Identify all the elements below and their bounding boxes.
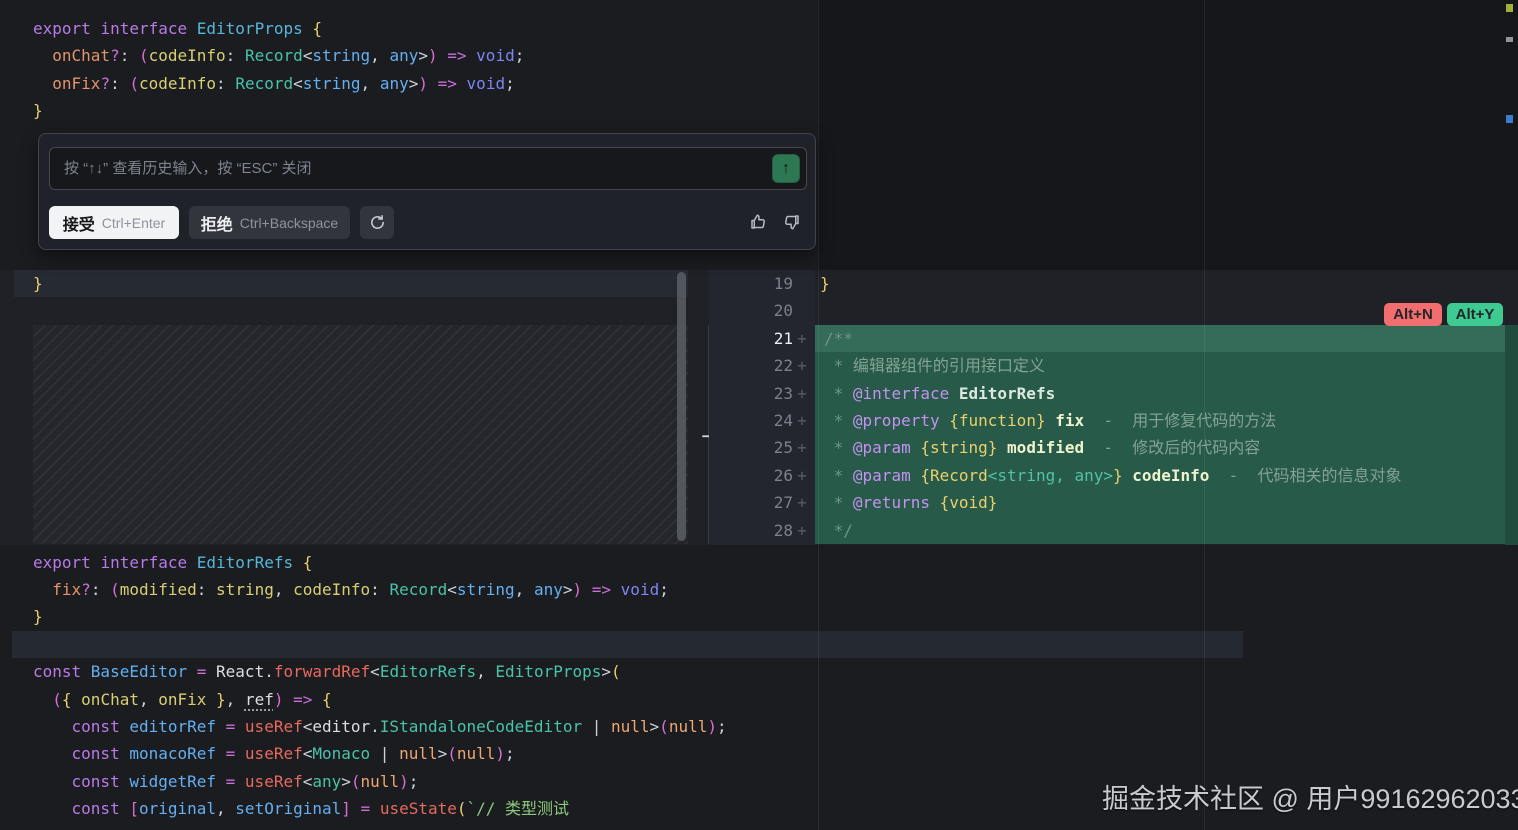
diff-editor-screen: { "editor": { "background": "#1a1c20", "…	[0, 0, 1518, 830]
diff-right-line19: }	[820, 270, 830, 297]
gutter-line-number: 23+	[709, 380, 815, 407]
gutter-line-number: 20	[709, 297, 815, 324]
code-top-editorprops: export interface EditorProps { onChat?: …	[33, 15, 524, 125]
feedback-icons	[749, 213, 801, 231]
code-line: fix?: (modified: string, codeInfo: Recor…	[33, 576, 669, 603]
accept-shortcut-badge[interactable]: Alt+Y	[1447, 303, 1503, 326]
reject-shortcut-label: Ctrl+Backspace	[240, 215, 338, 231]
reject-button[interactable]: 拒绝 Ctrl+Backspace	[189, 206, 350, 239]
chat-history-input[interactable]: 按 “↑↓” 查看历史输入，按 “ESC” 关闭 ↑	[49, 147, 807, 190]
code-line: const BaseEditor = React.forwardRef<Edit…	[33, 658, 727, 685]
code-line: const monacoRef = useRef<Monaco | null>(…	[33, 740, 727, 767]
code-line: export interface EditorProps {	[33, 15, 524, 42]
diff-right-gutter: 192021+22+23+24+25+26+27+28+	[709, 270, 815, 545]
gutter-line-number: 21+	[709, 325, 815, 352]
gutter-line-number: 25+	[709, 434, 815, 461]
overview-mark-blue	[1506, 115, 1513, 123]
diff-right-jsdoc-block: /** * 编辑器组件的引用接口定义 * @interface EditorRe…	[824, 325, 1402, 544]
gutter-line-number: 22+	[709, 352, 815, 379]
code-line: * @property {function} fix - 用于修复代码的方法	[824, 407, 1402, 434]
code-line: /**	[824, 325, 1402, 352]
overview-added-region	[1505, 325, 1518, 545]
current-line-highlight	[12, 631, 1243, 658]
overview-mark-yellow	[1506, 4, 1513, 12]
code-line: export interface EditorRefs {	[33, 549, 669, 576]
diff-left-code: }	[33, 270, 43, 297]
overview-mark-gray	[1506, 37, 1513, 42]
code-line: }	[33, 603, 669, 630]
code-line: * @param {Record<string, any>} codeInfo …	[824, 462, 1402, 489]
accept-shortcut-label: Ctrl+Enter	[102, 215, 165, 231]
inline-diff-band: } → 192021+22+23+24+25+26+27+28+ } /** *…	[0, 270, 1518, 545]
arrow-up-icon: ↑	[782, 160, 790, 178]
code-line: const [original, setOriginal] = useState…	[33, 795, 727, 822]
gutter-line-number: 19	[709, 270, 815, 297]
refresh-icon	[369, 214, 386, 231]
inline-chat-widget: 按 “↑↓” 查看历史输入，按 “ESC” 关闭 ↑ 接受 Ctrl+Enter…	[38, 133, 816, 250]
code-line: }	[820, 270, 830, 297]
gutter-line-number: 27+	[709, 489, 815, 516]
gutter-line-number: 26+	[709, 462, 815, 489]
left-pane-current-line-highlight	[14, 270, 688, 297]
code-bottom-baseeditor: const BaseEditor = React.forwardRef<Edit…	[33, 658, 727, 822]
editor-empty-area	[818, 0, 1518, 270]
code-line: onChat?: (codeInfo: Record<string, any>)…	[33, 42, 524, 69]
code-line: * 编辑器组件的引用接口定义	[824, 352, 1402, 379]
code-line: ({ onChat, onFix }, ref) => {	[33, 686, 727, 713]
code-bottom-editorrefs: export interface EditorRefs { fix?: (mod…	[33, 549, 669, 631]
diff-left-hatched-filler	[33, 325, 688, 544]
reject-button-label: 拒绝	[201, 211, 233, 235]
column-ruler-80	[818, 0, 819, 830]
accept-button-label: 接受	[63, 211, 95, 235]
diff-left-scrollbar[interactable]	[677, 272, 686, 541]
thumbs-down-icon[interactable]	[783, 213, 801, 231]
gutter-line-number: 24+	[709, 407, 815, 434]
code-line: }	[33, 270, 43, 297]
accept-button[interactable]: 接受 Ctrl+Enter	[49, 206, 179, 239]
code-line: }	[33, 97, 524, 124]
code-line: onFix?: (codeInfo: Record<string, any>) …	[33, 70, 524, 97]
regenerate-button[interactable]	[360, 206, 394, 239]
thumbs-up-icon[interactable]	[749, 213, 767, 231]
code-line: const widgetRef = useRef<any>(null);	[33, 768, 727, 795]
reject-shortcut-badge[interactable]: Alt+N	[1384, 303, 1442, 326]
chat-input-placeholder: 按 “↑↓” 查看历史输入，按 “ESC” 关闭	[64, 148, 312, 189]
code-line: const editorRef = useRef<editor.IStandal…	[33, 713, 727, 740]
send-button[interactable]: ↑	[772, 154, 800, 183]
watermark: 掘金技术社区 @ 用户99162962033	[1102, 777, 1518, 816]
code-line: * @param {string} modified - 修改后的代码内容	[824, 434, 1402, 461]
code-line: */	[824, 517, 1402, 544]
gutter-line-number: 28+	[709, 517, 815, 544]
code-line: * @returns {void}	[824, 489, 1402, 516]
code-line: * @interface EditorRefs	[824, 380, 1402, 407]
